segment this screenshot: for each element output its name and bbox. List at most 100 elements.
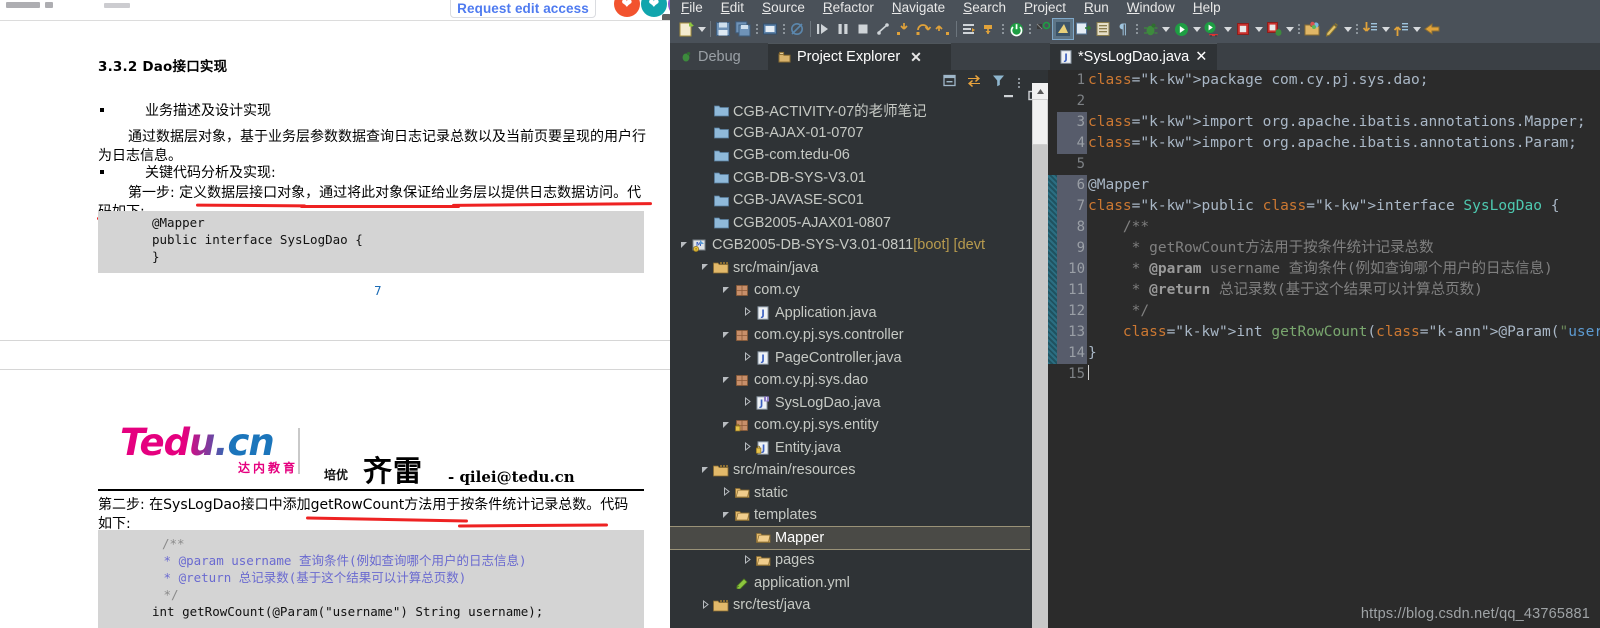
tree-item[interactable]: com.cy	[670, 279, 1030, 302]
back-icon[interactable]	[1422, 19, 1442, 39]
step-over-icon[interactable]	[913, 19, 933, 39]
link-with-editor-icon[interactable]	[966, 73, 982, 93]
tree-item[interactable]: com.cy.pj.sys.dao	[670, 369, 1030, 392]
tree-item[interactable]: CGB-JAVASE-SC01	[670, 189, 1030, 212]
next-dropdown-icon[interactable]	[1380, 20, 1391, 38]
toolbar-drag-handle[interactable]	[999, 20, 1006, 38]
scrollbar-thumb[interactable]	[1032, 99, 1048, 145]
tab-syslogdao-java[interactable]: J *SysLogDao.java ✕	[1050, 43, 1218, 70]
scroll-up-arrow-icon[interactable]	[1032, 83, 1048, 99]
toolbar-drag-handle[interactable]	[1026, 20, 1033, 38]
tree-item[interactable]: pages	[670, 549, 1030, 572]
tab-project-explorer[interactable]: Project Explorer ✕	[768, 43, 951, 70]
menu-item-run[interactable]: Run	[1075, 0, 1118, 15]
power-icon[interactable]	[1006, 19, 1026, 39]
prev-edit-icon[interactable]	[1391, 19, 1411, 39]
twisty-collapsed-icon[interactable]	[699, 599, 712, 611]
tree-item[interactable]: J I SysLogDao.java	[670, 392, 1030, 415]
search-icon[interactable]	[1322, 19, 1342, 39]
toolbar-drag-handle[interactable]	[1295, 20, 1302, 38]
tree-item[interactable]: src/test/java	[670, 594, 1030, 617]
twisty-collapsed-icon[interactable]	[741, 397, 754, 408]
debug-icon[interactable]	[1140, 19, 1160, 39]
prev-dropdown-icon[interactable]	[1411, 20, 1422, 38]
twisty-expanded-icon[interactable]	[699, 262, 712, 273]
stop-dropdown-icon[interactable]	[1253, 20, 1264, 38]
tree-item[interactable]: M! CGB2005-DB-SYS-V3.01-0811 [boot] [devt	[670, 234, 1030, 257]
next-edit-icon[interactable]	[1360, 19, 1380, 39]
step-return-icon[interactable]	[933, 19, 953, 39]
tree-item[interactable]: static	[670, 482, 1030, 505]
menu-item-file[interactable]: File	[672, 0, 712, 15]
tree-item[interactable]: CGB-com.tedu-06	[670, 144, 1030, 167]
run-dropdown-icon[interactable]	[1191, 20, 1202, 38]
twisty-expanded-icon[interactable]	[720, 420, 733, 431]
tree-item[interactable]: src/main/java	[670, 257, 1030, 280]
print-icon[interactable]	[760, 19, 780, 39]
menu-item-source[interactable]: Source	[753, 0, 814, 15]
twisty-expanded-icon[interactable]	[699, 465, 712, 476]
menu-item-window[interactable]: Window	[1118, 0, 1184, 15]
tree-item[interactable]: CGB-ACTIVITY-07的老师笔记	[670, 99, 1030, 122]
close-icon[interactable]: ✕	[1195, 49, 1207, 65]
close-icon[interactable]: ✕	[910, 49, 922, 66]
step-into-icon[interactable]	[893, 19, 913, 39]
disconnect-icon[interactable]	[873, 19, 893, 39]
build-icon[interactable]	[1264, 19, 1284, 39]
twisty-collapsed-icon[interactable]	[741, 307, 754, 318]
editor-body[interactable]: 1 2 3 4 5 6 7 8 9 10 11 12 13 14 15 class="k-kw">packa…	[1048, 70, 1600, 628]
tree-item[interactable]: com.cy.pj.sys.controller	[670, 324, 1030, 347]
coverage-dropdown-icon[interactable]	[1222, 20, 1233, 38]
project-tree[interactable]: CGB-ACTIVITY-07的老师笔记 CGB-AJAX-01-0707 CGB-…	[670, 99, 1030, 628]
twisty-collapsed-icon[interactable]	[720, 487, 733, 498]
tree-item[interactable]: CGB-AJAX-01-0707	[670, 122, 1030, 145]
toolbar-drag-handle[interactable]	[753, 20, 760, 38]
toggle-breakpoint-icon[interactable]	[787, 19, 807, 39]
tree-item[interactable]: J Entity.java	[670, 437, 1030, 460]
explorer-scrollbar[interactable]	[1032, 83, 1048, 628]
twisty-expanded-icon[interactable]	[678, 240, 691, 251]
toolbar-drag-handle[interactable]	[1133, 20, 1140, 38]
toolbar-drag-handle[interactable]	[780, 20, 787, 38]
tree-item[interactable]: CGB2005-AJAX01-0807	[670, 212, 1030, 235]
tree-item[interactable]: application.yml	[670, 572, 1030, 595]
tree-item[interactable]: src/main/resources	[670, 459, 1030, 482]
next-annotation-icon[interactable]	[1073, 19, 1093, 39]
menu-item-search[interactable]: Search	[954, 0, 1015, 15]
tree-item[interactable]: J Application.java	[670, 302, 1030, 325]
open-type-icon[interactable]	[1093, 19, 1113, 39]
pilcrow-icon[interactable]: ¶	[1113, 19, 1133, 39]
run-coverage-icon[interactable]	[1202, 19, 1222, 39]
save-icon[interactable]	[713, 19, 733, 39]
menu-item-help[interactable]: Help	[1184, 0, 1230, 15]
run-icon[interactable]	[1171, 19, 1191, 39]
new-wizard-icon[interactable]	[676, 19, 696, 39]
tree-item[interactable]: CGB-DB-SYS-V3.01	[670, 167, 1030, 190]
twisty-expanded-icon[interactable]	[720, 510, 733, 521]
view-filter-icon[interactable]	[991, 73, 1006, 93]
twisty-collapsed-icon[interactable]	[741, 352, 754, 363]
restart-icon[interactable]	[1033, 19, 1053, 39]
open-resource-icon[interactable]	[1302, 19, 1322, 39]
menu-item-edit[interactable]: Edit	[712, 0, 753, 15]
tree-item[interactable]: J PageController.java	[670, 347, 1030, 370]
twisty-expanded-icon[interactable]	[720, 330, 733, 341]
tree-item[interactable]: templates	[670, 504, 1030, 527]
debug-dropdown-icon[interactable]	[1160, 20, 1171, 38]
search-dropdown-icon[interactable]	[1342, 20, 1353, 38]
code-text-area[interactable]: class="k-kw">package com.cy.pj.sys.dao; c…	[1088, 70, 1600, 628]
twisty-collapsed-icon[interactable]	[741, 442, 754, 453]
open-task-icon[interactable]	[959, 19, 979, 39]
terminate-icon[interactable]	[853, 19, 873, 39]
new-wizard-dropdown-icon[interactable]	[696, 20, 707, 38]
java-perspective-icon[interactable]	[1052, 18, 1074, 40]
tab-debug[interactable]: Debug	[670, 43, 768, 70]
resume-icon[interactable]	[813, 19, 833, 39]
menu-item-navigate[interactable]: Navigate	[883, 0, 954, 15]
menu-item-project[interactable]: Project	[1015, 0, 1075, 15]
request-edit-access-button[interactable]: Request edit access	[450, 0, 596, 18]
menu-item-refactor[interactable]: Refactor	[814, 0, 883, 15]
twisty-collapsed-icon[interactable]	[741, 554, 754, 566]
tree-item[interactable]: Mapper	[670, 525, 1030, 550]
save-all-icon[interactable]	[733, 19, 753, 39]
